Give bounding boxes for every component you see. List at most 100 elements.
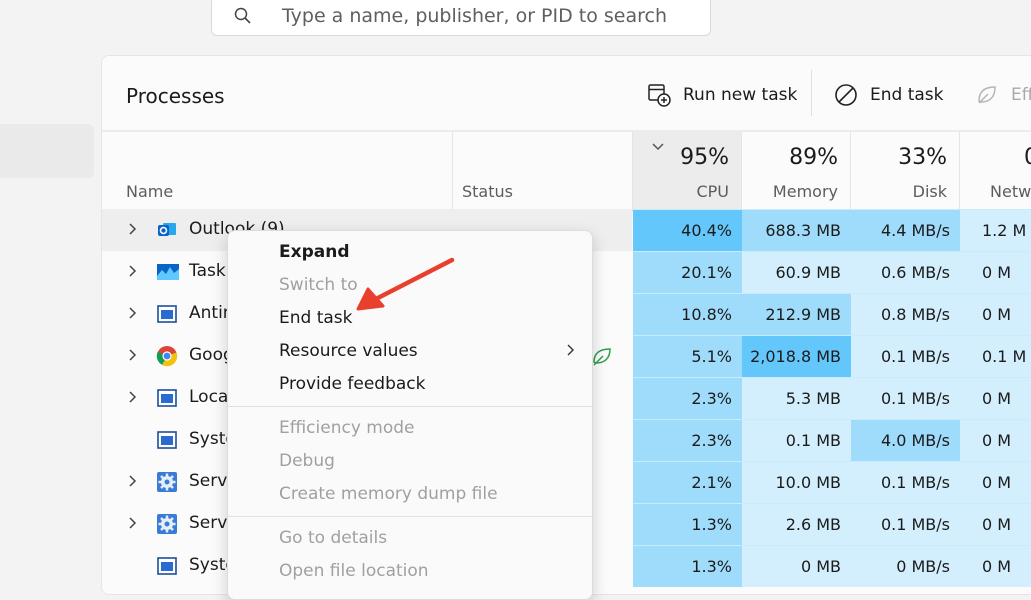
menu-item-efficiency-mode: Efficiency mode — [279, 418, 415, 438]
sidebar-item-processes[interactable] — [0, 124, 94, 178]
menu-item-open-file-location: Open file location — [279, 561, 429, 581]
chevron-right-icon[interactable] — [128, 473, 138, 489]
disk-cell: 0.1 MB/s — [851, 503, 960, 545]
menu-item-provide-feedback[interactable]: Provide feedback — [279, 374, 426, 394]
gear-icon — [156, 513, 178, 535]
disk-cell: 0.6 MB/s — [851, 251, 960, 293]
cpu-total: 95% — [680, 145, 729, 170]
header-divider — [102, 130, 1031, 132]
cpu-cell: 2.3% — [633, 377, 742, 419]
efficiency-mode-button[interactable]: Effi — [975, 78, 1031, 112]
chevron-right-icon — [567, 344, 574, 356]
network-cell: 1.2 M — [960, 209, 1031, 251]
app-window-icon — [156, 387, 178, 409]
chevron-right-icon[interactable] — [128, 221, 138, 237]
disk-cell: 0.1 MB/s — [851, 377, 960, 419]
column-divider — [632, 132, 633, 212]
disk-total: 33% — [898, 145, 947, 170]
cpu-cell: 2.1% — [633, 461, 742, 503]
leaf-icon — [978, 86, 996, 104]
column-header-status[interactable]: Status — [462, 182, 513, 201]
network-cell: 0 M — [960, 293, 1031, 335]
page-title: Processes — [126, 84, 225, 108]
disk-cell: 4.0 MB/s — [851, 419, 960, 461]
memory-total: 89% — [789, 145, 838, 170]
cpu-cell: 5.1% — [633, 335, 742, 377]
menu-item-resource-values[interactable]: Resource values — [279, 341, 418, 361]
memory-cell: 5.3 MB — [742, 377, 851, 419]
process-name: Servi — [189, 513, 233, 533]
run-new-task-label: Run new task — [683, 85, 798, 105]
memory-cell: 212.9 MB — [742, 293, 851, 335]
network-cell: 0 M — [960, 503, 1031, 545]
end-task-label: End task — [870, 85, 944, 105]
context-menu: Expand Switch to End task Resource value… — [227, 230, 593, 600]
gear-icon — [156, 471, 178, 493]
process-name: Loca — [189, 387, 229, 407]
run-task-icon — [648, 84, 671, 107]
cpu-cell: 10.8% — [633, 293, 742, 335]
end-task-icon — [835, 84, 857, 106]
chevron-right-icon[interactable] — [128, 389, 138, 405]
toolbar-divider — [811, 70, 812, 116]
disk-cell: 4.4 MB/s — [851, 209, 960, 251]
menu-item-go-to-details: Go to details — [279, 528, 388, 548]
menu-divider — [228, 406, 592, 407]
network-cell: 0 M — [960, 545, 1031, 587]
column-divider — [959, 132, 960, 212]
end-task-button[interactable]: End task — [834, 78, 944, 112]
column-divider — [452, 132, 453, 212]
menu-item-expand[interactable]: Expand — [279, 242, 350, 262]
run-new-task-button[interactable]: Run new task — [647, 78, 797, 112]
process-name: Task — [189, 261, 226, 281]
app-window-icon — [156, 555, 178, 577]
task-manager-icon — [156, 261, 179, 283]
network-cell: 0.1 M — [960, 335, 1031, 377]
network-total: 0 — [1024, 145, 1031, 170]
memory-cell: 60.9 MB — [742, 251, 851, 293]
disk-cell: 0.8 MB/s — [851, 293, 960, 335]
search-box[interactable]: Type a name, publisher, or PID to search — [211, 0, 711, 36]
memory-cell: 688.3 MB — [742, 209, 851, 251]
network-cell: 0 M — [960, 461, 1031, 503]
cpu-cell: 1.3% — [633, 545, 742, 587]
column-header-disk[interactable]: Disk — [913, 182, 947, 201]
disk-cell: 0 MB/s — [851, 545, 960, 587]
menu-item-create-dump: Create memory dump file — [279, 484, 498, 504]
disk-cell: 0.1 MB/s — [851, 335, 960, 377]
column-divider — [850, 132, 851, 212]
cpu-cell: 1.3% — [633, 503, 742, 545]
disk-cell: 0.1 MB/s — [851, 461, 960, 503]
chevron-right-icon[interactable] — [128, 305, 138, 321]
chevron-right-icon[interactable] — [128, 347, 138, 363]
sort-chevron-down-icon[interactable] — [651, 142, 665, 152]
chrome-icon — [156, 345, 178, 367]
efficiency-mode-label: Effi — [1011, 85, 1031, 105]
search-input[interactable]: Type a name, publisher, or PID to search — [282, 5, 667, 27]
memory-cell: 0 MB — [742, 545, 851, 587]
network-cell: 0 M — [960, 251, 1031, 293]
chevron-right-icon[interactable] — [128, 263, 138, 279]
menu-divider — [228, 516, 592, 517]
chevron-right-icon[interactable] — [128, 515, 138, 531]
menu-item-end-task[interactable]: End task — [279, 308, 353, 328]
column-divider — [741, 132, 742, 212]
column-header-network[interactable]: Netw — [990, 182, 1031, 201]
column-header-memory[interactable]: Memory — [773, 182, 838, 201]
cpu-cell: 2.3% — [633, 419, 742, 461]
menu-item-switch-to: Switch to — [279, 275, 358, 295]
memory-cell: 2,018.8 MB — [742, 335, 851, 377]
column-header-cpu[interactable]: CPU — [696, 182, 729, 201]
memory-cell: 2.6 MB — [742, 503, 851, 545]
efficiency-leaf-icon — [593, 348, 611, 366]
column-header-name[interactable]: Name — [126, 182, 173, 201]
cpu-cell: 40.4% — [633, 209, 742, 251]
network-cell: 0 M — [960, 377, 1031, 419]
network-cell: 0 M — [960, 419, 1031, 461]
search-icon — [234, 7, 252, 29]
app-window-icon — [156, 429, 178, 451]
app-window-icon — [156, 303, 178, 325]
menu-item-debug: Debug — [279, 451, 335, 471]
outlook-icon — [156, 219, 178, 241]
process-name: Servi — [189, 471, 233, 491]
